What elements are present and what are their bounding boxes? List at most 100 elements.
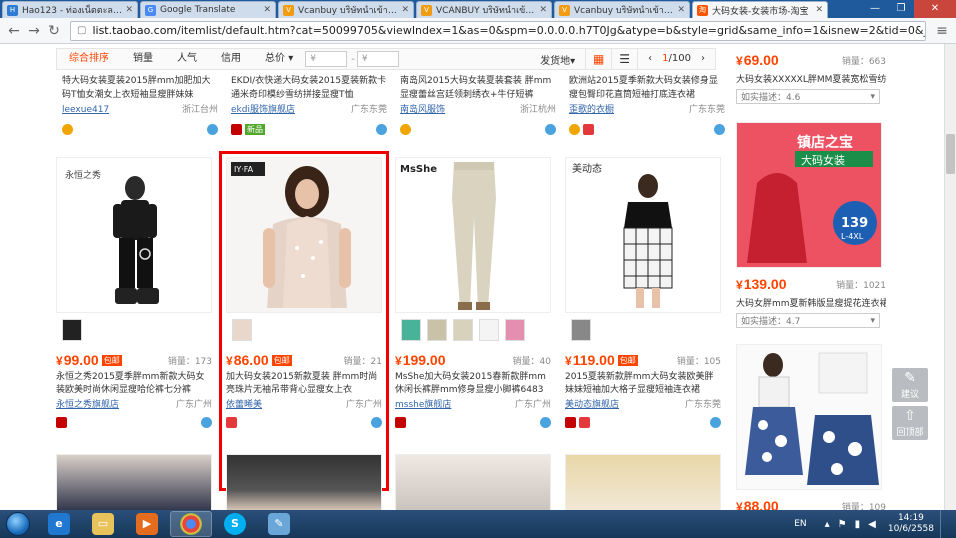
price-to-input[interactable]: ¥ [356, 51, 399, 67]
thumbnail[interactable] [401, 319, 421, 341]
product-title[interactable]: 2015夏装新款胖mm大码女装欧美胖妹妹短袖加大格子显瘦短袖连衣裙 [565, 371, 721, 397]
shop-link[interactable]: leexue417 [62, 103, 109, 117]
sold-count: 销量：663 [841, 56, 886, 67]
product-card[interactable]: MsShe ¥199.00 销量：40 MsShe加大码女装2015春新款胖mm… [395, 157, 551, 447]
back-arrow-icon[interactable]: ← [4, 21, 24, 41]
tray-up-arrow-icon[interactable]: ▴ [825, 519, 830, 530]
rating-dropdown[interactable]: 如实描述：4.7 ▾ [736, 313, 880, 328]
chat-icon[interactable] [207, 124, 218, 135]
close-window-icon[interactable]: ✕ [914, 0, 956, 18]
product-title[interactable]: 大码女胖mm夏新韩版显瘦提花连衣裙 [736, 296, 886, 309]
product-image[interactable] [565, 454, 721, 510]
chat-icon[interactable] [540, 417, 551, 428]
clock[interactable]: 14:19 10/6/2558 [888, 513, 934, 535]
price-from-input[interactable]: ¥ [305, 51, 348, 67]
grid-view-icon[interactable]: ▦ [585, 49, 611, 69]
close-tab-icon[interactable]: ✕ [677, 5, 685, 15]
taskbar-paint[interactable]: ✎ [258, 511, 300, 537]
sort-comprehensive[interactable]: 综合排序 [57, 49, 121, 69]
browser-tab[interactable]: V Vcanbuy บริษัทนำเข้าสินค้าจากจีน✕ [278, 1, 414, 18]
page-scrollbar[interactable] [944, 44, 956, 510]
sort-sales[interactable]: 销量 [121, 49, 165, 69]
chat-icon[interactable] [714, 124, 725, 135]
product-title[interactable]: 大码女装XXXXXL胖MM夏装宽松雪纺 [736, 72, 886, 85]
browser-tab[interactable]: V Vcanbuy บริษัทนำเข้าสินค้าจากจ✕ [554, 1, 690, 18]
browser-tab[interactable]: V VCANBUY บริษัทนำเข้าสินค้าจา✕ [416, 1, 552, 18]
chat-icon[interactable] [376, 124, 387, 135]
shop-link[interactable]: ekdi服饰旗舰店 [231, 103, 295, 117]
show-desktop-button[interactable] [940, 510, 950, 538]
sort-credit[interactable]: 信用 [209, 49, 253, 69]
minimize-icon[interactable]: — [862, 0, 888, 18]
network-icon[interactable]: ▮ [855, 519, 861, 530]
recommended-item[interactable]: ¥88.00 销量：109 [736, 344, 886, 510]
feedback-button[interactable]: ✎ 建议 [892, 368, 928, 402]
thumbnail[interactable] [427, 319, 447, 341]
shop-link[interactable]: 歪歌的衣橱 [569, 103, 614, 117]
chevron-down-icon: ▾ [870, 315, 875, 326]
thumbnail[interactable] [62, 319, 82, 341]
ship-from-dropdown[interactable]: 发货地▾ [530, 52, 585, 67]
thumbnail[interactable] [505, 319, 525, 341]
start-button[interactable] [0, 510, 36, 538]
product-title[interactable]: EKDI/衣快递大码女装2015夏装新款卡通米奇印模纱雪纺拼接显瘦T恤 [231, 74, 387, 102]
taskbar-ie[interactable]: e [38, 511, 80, 537]
flag-icon[interactable]: ⚑ [838, 519, 847, 530]
product-title[interactable]: 特大码女装夏装2015胖mm加肥加大码T恤女潮女上衣短袖显瘦胖妹妹 [62, 74, 218, 102]
list-view-icon[interactable]: ☰ [611, 49, 637, 69]
recommended-item[interactable]: 镇店之宝 大码女装 139 L-4XL ¥139.00 销量：1021 大码女胖… [736, 122, 886, 328]
thumbnail[interactable] [479, 319, 499, 341]
close-tab-icon[interactable]: ✕ [125, 5, 133, 15]
chat-icon[interactable] [201, 417, 212, 428]
shop-link[interactable]: 永恒之秀旗舰店 [56, 399, 119, 412]
browser-tab[interactable]: G Google Translate ✕ [140, 1, 276, 18]
close-tab-icon[interactable]: ✕ [539, 5, 547, 15]
language-indicator[interactable]: EN [794, 519, 806, 529]
reload-icon[interactable]: ↻ [44, 21, 64, 41]
shop-link[interactable]: msshe旗舰店 [395, 399, 451, 412]
prev-page-icon[interactable]: ‹ [648, 49, 652, 69]
product-image[interactable]: 永恒之秀 [56, 157, 212, 313]
taskbar-media[interactable]: ▶ [126, 511, 168, 537]
product-card[interactable]: 永恒之秀 ¥99.00 包邮 销量：173 永恒之秀2015夏季胖mm新款大码女… [56, 157, 212, 447]
shop-link[interactable]: 南岛风服饰 [400, 103, 445, 117]
back-to-top-button[interactable]: ⇧ 回顶部 [892, 406, 928, 440]
close-tab-icon[interactable]: ✕ [401, 5, 409, 15]
product-card[interactable]: 美动态 ¥119.00 包邮 销量：105 2015夏装新款胖mm大码女装欧美胖… [565, 157, 721, 447]
product-image[interactable] [56, 454, 212, 510]
browser-tab[interactable]: 淘大码女装-女装市场-淘宝 ✕ [692, 1, 828, 18]
product-image[interactable]: MsShe [395, 157, 551, 313]
taskbar-skype[interactable]: S [214, 511, 256, 537]
thumbnail[interactable] [453, 319, 473, 341]
product-image[interactable] [226, 454, 382, 510]
product-image[interactable]: 镇店之宝 大码女装 139 L-4XL [736, 122, 882, 268]
chat-icon[interactable] [545, 124, 556, 135]
location: 浙江台州 [181, 105, 218, 115]
next-page-icon[interactable]: › [701, 49, 705, 69]
chat-icon[interactable] [710, 417, 721, 428]
menu-icon[interactable]: ≡ [932, 21, 952, 41]
close-tab-icon[interactable]: ✕ [263, 5, 271, 15]
sort-total-price[interactable]: 总价 ▾ [253, 49, 305, 69]
product-title[interactable]: 永恒之秀2015夏季胖mm新款大码女装欧美时尚休闲显瘦哈伦裤七分裤 [56, 371, 212, 397]
recommended-item[interactable]: ¥69.00 销量：663 大码女装XXXXXL胖MM夏装宽松雪纺 如实描述：4… [736, 52, 886, 104]
taskbar-explorer[interactable]: ▭ [82, 511, 124, 537]
sort-popularity[interactable]: 人气 [165, 49, 209, 69]
product-image[interactable] [736, 344, 882, 490]
product-title[interactable]: 欧洲站2015夏季新款大码女装修身显瘦包臀印花直筒短袖打底连衣裙 [569, 74, 725, 102]
scrollbar-thumb[interactable] [946, 134, 955, 174]
browser-tab[interactable]: H Hao123 - ท่องเน็ตตะลาดบน่ะ✕ [2, 1, 138, 18]
volume-icon[interactable]: ◀ [868, 519, 876, 530]
rating-dropdown[interactable]: 如实描述：4.6 ▾ [736, 89, 880, 104]
url-input[interactable]: ▢ list.taobao.com/itemlist/default.htm?c… [70, 20, 926, 41]
maximize-icon[interactable]: ❐ [888, 0, 914, 18]
product-image[interactable] [395, 454, 551, 510]
close-tab-icon[interactable]: ✕ [815, 5, 823, 15]
taskbar-chrome[interactable] [170, 511, 212, 537]
product-title[interactable]: MsShe加大码女装2015春新款胖mm休闲长裤胖mm修身显瘦小脚裤6483 [395, 371, 551, 397]
product-image[interactable]: 美动态 [565, 157, 721, 313]
forward-arrow-icon[interactable]: → [24, 21, 44, 41]
thumbnail[interactable] [571, 319, 591, 341]
product-title[interactable]: 南岛风2015大码女装夏装套装 胖mm显瘦蕾丝宫廷领刺绣衣+牛仔短裤 [400, 74, 556, 102]
shop-link[interactable]: 美动态旗舰店 [565, 399, 619, 412]
